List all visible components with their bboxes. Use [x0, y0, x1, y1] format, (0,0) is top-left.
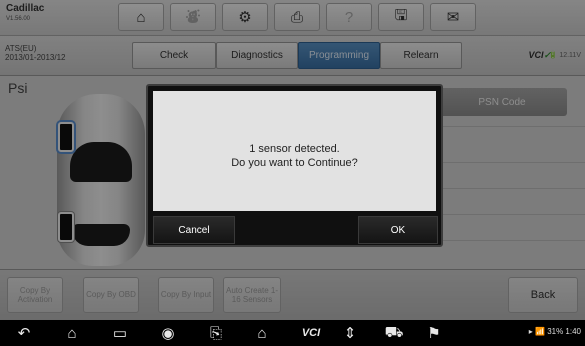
remote-desk-icon[interactable]: ⚑	[422, 323, 446, 343]
back-arrow-icon[interactable]: ↶	[12, 323, 36, 343]
dialog-cancel-button[interactable]: Cancel	[153, 216, 235, 244]
confirm-dialog: 1 sensor detected. Do you want to Contin…	[146, 84, 443, 247]
dialog-message-line-1: 1 sensor detected.	[249, 143, 340, 155]
car-icon[interactable]: ⛟	[382, 323, 406, 343]
update-icon[interactable]: ⇕	[338, 323, 362, 343]
dialog-message: 1 sensor detected. Do you want to Contin…	[153, 143, 436, 171]
dialog-message-line-2: Do you want to Continue?	[231, 156, 358, 169]
recent-apps-icon[interactable]: ▭	[108, 323, 132, 343]
android-home-icon[interactable]: ⌂	[60, 323, 84, 343]
android-nav-bar: ↶ ⌂ ▭ ◉ ⎘ ⌂ VCI ⇕ ⛟ ⚑ ▸ 📶 31% 1:40	[0, 320, 585, 346]
maxifix-icon[interactable]: ⎘	[204, 323, 228, 343]
dialog-body: 1 sensor detected. Do you want to Contin…	[153, 91, 436, 211]
autel-home-icon[interactable]: ⌂	[250, 323, 274, 343]
vci-manager-icon[interactable]: VCI	[295, 323, 327, 343]
dialog-ok-button[interactable]: OK	[358, 216, 438, 244]
system-status: ▸ 📶 31% 1:40	[528, 327, 581, 336]
browser-icon[interactable]: ◉	[156, 323, 180, 343]
